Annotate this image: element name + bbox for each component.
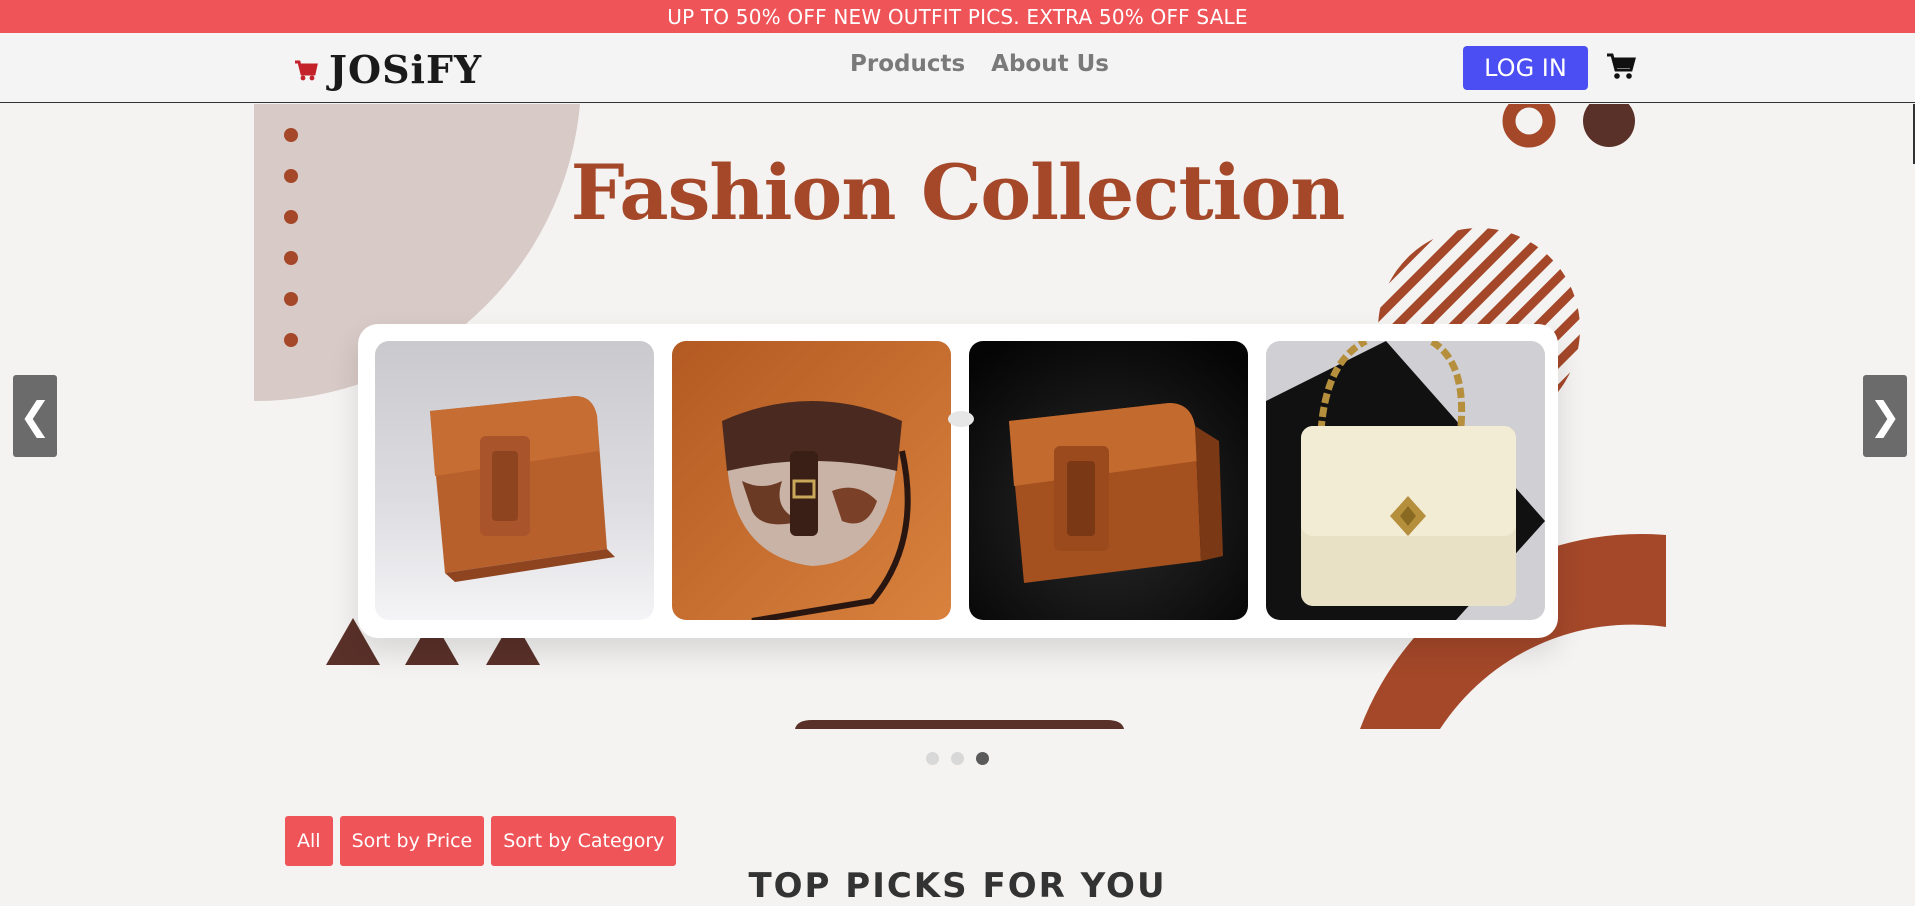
nav-links: Products About Us <box>850 51 1109 77</box>
carousel-slide[interactable] <box>672 341 951 620</box>
carousel-slide[interactable] <box>1266 341 1545 620</box>
promo-banner: UP TO 50% OFF NEW OUTFIT PICS. EXTRA 50%… <box>0 0 1915 33</box>
filter-bar: All Sort by Price Sort by Category <box>285 816 677 866</box>
carousel-slide[interactable] <box>375 341 654 620</box>
login-button[interactable]: LOG IN <box>1463 46 1588 90</box>
carousel-frame <box>358 324 1558 638</box>
nav-link-products[interactable]: Products <box>850 51 965 77</box>
brown-circle-shape <box>1583 104 1635 147</box>
section-title: TOP PICKS FOR YOU <box>748 866 1167 906</box>
carousel-slide[interactable] <box>969 341 1248 620</box>
carousel-dots <box>926 752 989 765</box>
cta-button-peek <box>795 720 1124 729</box>
promo-text: UP TO 50% OFF NEW OUTFIT PICS. EXTRA 50%… <box>667 4 1248 29</box>
sort-by-category-button[interactable]: Sort by Category <box>491 816 677 866</box>
logo-text: JOSiFY <box>329 47 483 92</box>
sort-by-price-button[interactable]: Sort by Price <box>339 816 485 866</box>
hero-carousel: Fashion Collection <box>0 104 1915 729</box>
shopping-cart-logo-icon <box>295 60 318 80</box>
product-image-tan-bag <box>375 341 654 620</box>
carousel-prev-button[interactable]: ❮ <box>13 375 57 457</box>
hero-title: Fashion Collection <box>570 148 1346 237</box>
cart-icon[interactable] <box>1606 51 1636 81</box>
carousel-indicator-dot <box>948 411 974 427</box>
logo[interactable]: JOSiFY <box>293 47 482 92</box>
carousel-next-button[interactable]: ❯ <box>1863 375 1907 457</box>
carousel-dot-2[interactable] <box>951 752 964 765</box>
navbar: JOSiFY Products About Us LOG IN <box>0 33 1915 103</box>
ring-shape <box>1502 104 1556 148</box>
product-image-cream-bag <box>1266 341 1545 620</box>
carousel-dot-3[interactable] <box>976 752 989 765</box>
filter-all-button[interactable]: All <box>285 816 333 866</box>
product-image-cowhide-bag <box>672 341 951 620</box>
carousel-dot-1[interactable] <box>926 752 939 765</box>
product-image-tan-bag-dark <box>969 341 1248 620</box>
nav-link-about-us[interactable]: About Us <box>991 51 1109 77</box>
